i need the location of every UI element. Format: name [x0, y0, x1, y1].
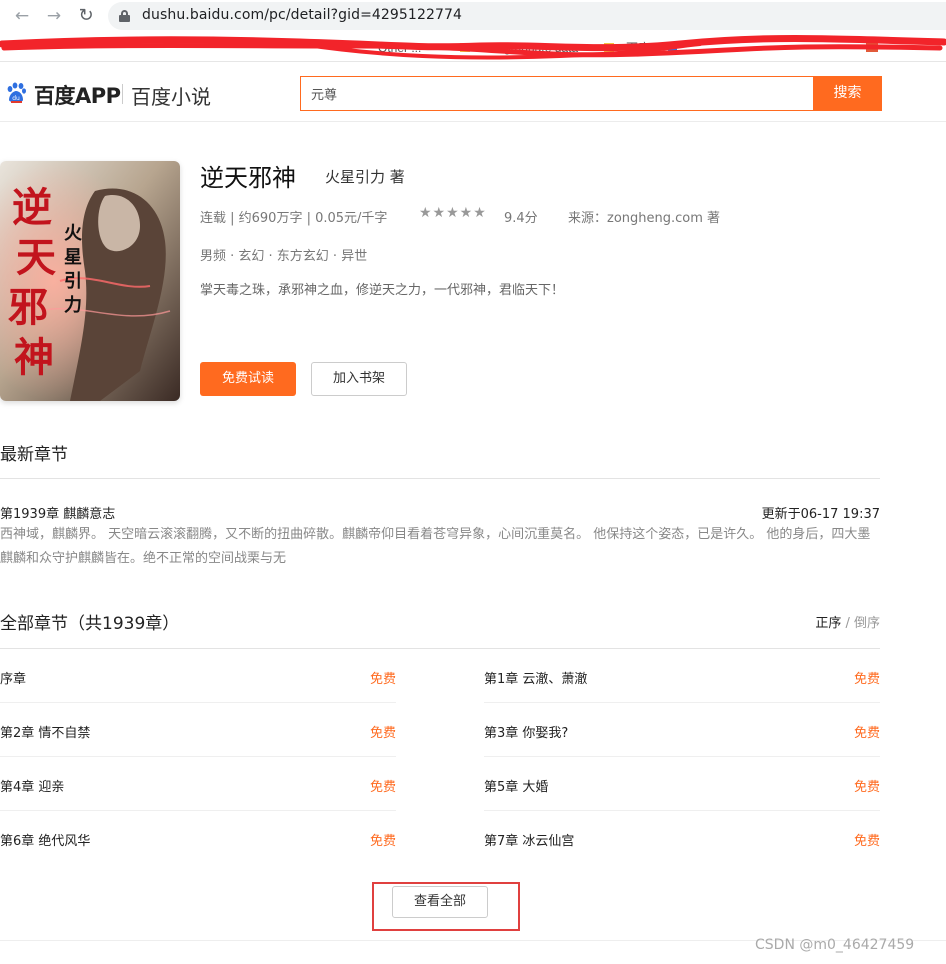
chapter-title[interactable]: 第3章 你娶我?	[484, 722, 568, 741]
cover-author-char-2: 星	[64, 247, 82, 268]
logo-divider	[122, 84, 123, 104]
forward-arrow-icon[interactable]: →	[44, 6, 64, 26]
add-to-shelf-button[interactable]: 加入书架	[311, 362, 407, 396]
chapter-free-badge: 免费	[369, 780, 396, 795]
address-bar[interactable]: dushu.baidu.com/pc/detail?gid=4295122774	[108, 2, 946, 30]
cover-author-char-4: 力	[64, 295, 82, 316]
baidu-app-logo[interactable]: 百度APP	[34, 80, 121, 110]
free-read-button[interactable]: 免费试读	[200, 362, 296, 396]
bookmarks-bar: Other ... Postgraduate data 百度	[0, 34, 946, 62]
chapter-title[interactable]: 序章	[0, 668, 26, 687]
chapter-row[interactable]: 第5章 大婚 免费	[484, 757, 880, 811]
url-text[interactable]: dushu.baidu.com/pc/detail?gid=4295122774	[142, 7, 462, 23]
browser-toolbar: ← → ↻ dushu.baidu.com/pc/detail?gid=4295…	[0, 0, 946, 34]
site-header: du 百度APP 百度小说 搜索	[0, 62, 946, 122]
book-cover[interactable]: 逆 天 邪 神 火 星 引 力	[0, 161, 180, 401]
bookmarks-redaction-scribble: Other ... Postgraduate data 百度	[0, 35, 946, 60]
chapter-title[interactable]: 第2章 情不自禁	[0, 722, 90, 741]
cover-title-char-3: 邪	[8, 284, 48, 331]
chapter-title[interactable]: 第7章 冰云仙宫	[484, 830, 574, 849]
chapter-free-badge: 免费	[369, 672, 396, 687]
chapter-free-badge: 免费	[853, 726, 880, 741]
chapter-row[interactable]: 第1章 云澈、萧澈 免费	[484, 649, 880, 703]
chapter-title[interactable]: 第4章 迎亲	[0, 776, 64, 795]
divider	[0, 478, 880, 479]
chapter-title[interactable]: 第6章 绝代风华	[0, 830, 90, 849]
cover-title-char-4: 神	[14, 334, 54, 381]
annotation-highlight-box	[372, 882, 520, 931]
search-input[interactable]	[300, 76, 815, 111]
baidu-paw-logo-icon[interactable]: du	[6, 82, 26, 104]
book-cover-art: 逆 天 邪 神 火 星 引 力	[0, 161, 180, 401]
book-tags: 男频 · 玄幻 · 东方玄幻 · 异世	[200, 249, 368, 264]
chapter-title[interactable]: 第5章 大婚	[484, 776, 548, 795]
book-intro: 掌天毒之珠，承邪神之血，修逆天之力，一代邪神，君临天下！	[200, 283, 565, 298]
book-meta: 连载 | 约690万字 | 0.05元/千字	[200, 211, 388, 226]
svg-text:du: du	[12, 95, 20, 102]
latest-updated-time: 更新于06-17 19:37	[761, 507, 880, 522]
chapter-free-badge: 免费	[853, 780, 880, 795]
cover-title-char-2: 天	[16, 234, 56, 281]
csdn-watermark: CSDN @m0_46427459	[755, 937, 915, 953]
chapter-row[interactable]: 第3章 你娶我? 免费	[484, 703, 880, 757]
chapter-free-badge: 免费	[853, 834, 880, 849]
sort-desc-link[interactable]: 倒序	[854, 616, 880, 631]
book-title: 逆天邪神	[200, 164, 296, 192]
all-chapters-heading: 全部章节（共1939章）	[0, 614, 180, 634]
chapter-free-badge: 免费	[369, 726, 396, 741]
cover-title-char-1: 逆	[12, 184, 52, 231]
cover-author-char-1: 火	[64, 223, 83, 244]
chapter-free-badge: 免费	[369, 834, 396, 849]
baidu-novel-logo[interactable]: 百度小说	[131, 81, 211, 110]
sort-toggle: 正序 / 倒序	[815, 612, 880, 631]
latest-chapter-link[interactable]: 第1939章 麒麟意志	[0, 503, 115, 522]
rating-score: 9.4分	[504, 211, 538, 226]
chapter-row[interactable]: 第4章 迎亲 免费	[0, 757, 396, 811]
sort-asc-link[interactable]: 正序	[815, 616, 841, 631]
latest-chapter-heading: 最新章节	[0, 445, 68, 465]
sort-separator: /	[841, 616, 854, 631]
rating-stars-icon: ★★★★★	[419, 205, 487, 221]
latest-chapter-excerpt: 西神域，麒麟界。 天空暗云滚滚翻腾，又不断的扭曲碎散。麒麟帝仰目看着苍穹异象，心…	[0, 527, 871, 566]
chapter-title[interactable]: 第1章 云澈、萧澈	[484, 668, 587, 687]
reload-icon[interactable]: ↻	[76, 6, 96, 26]
search-button[interactable]: 搜索	[813, 76, 882, 111]
chapter-free-badge: 免费	[853, 672, 880, 687]
chapter-row[interactable]: 第7章 冰云仙宫 免费	[484, 811, 880, 865]
book-source: 来源：zongheng.com 著	[568, 211, 721, 226]
chapter-row[interactable]: 序章 免费	[0, 649, 396, 703]
cover-author-char-3: 引	[64, 271, 82, 292]
chapter-row[interactable]: 第2章 情不自禁 免费	[0, 703, 396, 757]
lock-icon	[119, 10, 130, 22]
book-author[interactable]: 火星引力 著	[325, 166, 405, 187]
chapter-row[interactable]: 第6章 绝代风华 免费	[0, 811, 396, 865]
back-arrow-icon[interactable]: ←	[12, 6, 32, 26]
